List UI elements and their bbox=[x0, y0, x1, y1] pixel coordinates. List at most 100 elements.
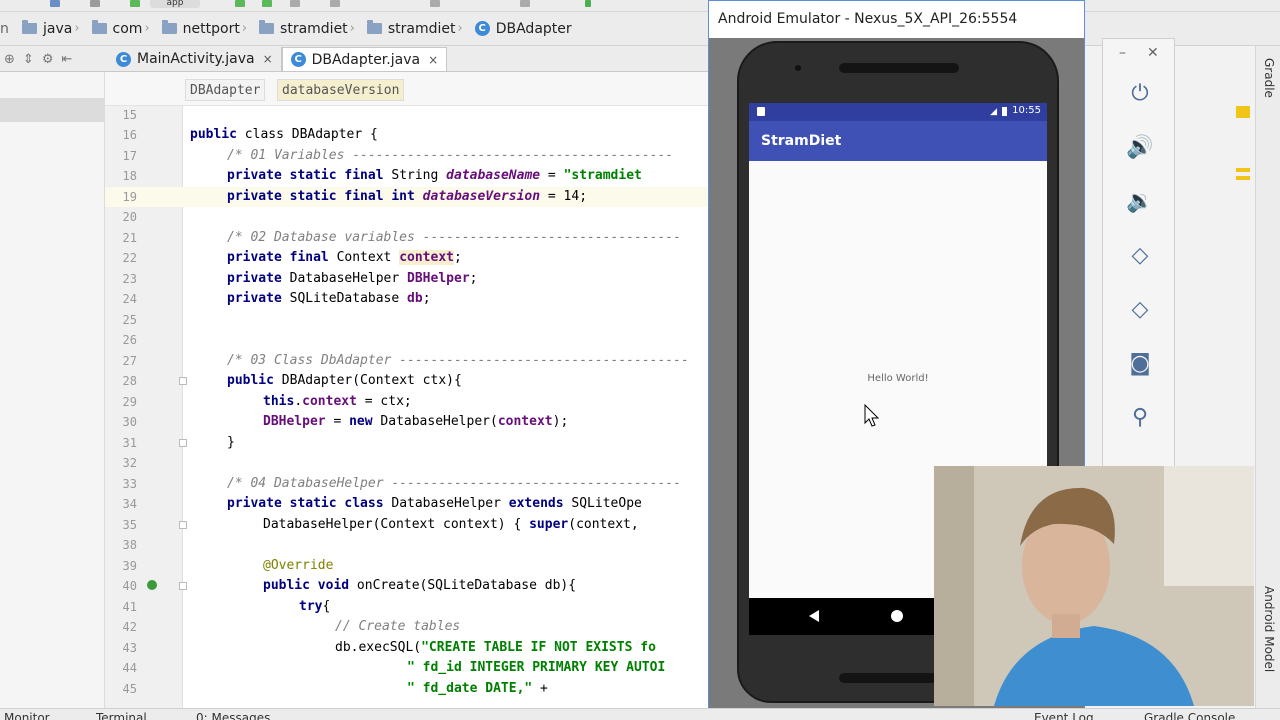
warning-marker[interactable] bbox=[1236, 176, 1250, 180]
code-editor[interactable]: DBAdapter databaseVersion 15 16 public cl… bbox=[105, 72, 708, 708]
project-panel[interactable] bbox=[0, 72, 105, 708]
breadcrumb-item-com[interactable]: com › bbox=[91, 20, 156, 37]
code-line[interactable]: 24 private SQLiteDatabase db; bbox=[105, 289, 708, 309]
volume-down-icon[interactable]: 🔉 bbox=[1125, 187, 1155, 217]
fold-icon[interactable] bbox=[179, 377, 187, 385]
camera-icon[interactable]: ◙ bbox=[1125, 349, 1155, 379]
code-line[interactable]: 28 public DBAdapter(Context ctx){ bbox=[105, 371, 708, 391]
close-icon[interactable]: ✕ bbox=[1147, 45, 1159, 61]
rotate-left-icon[interactable]: ◇ bbox=[1125, 241, 1155, 271]
class-icon: C bbox=[290, 52, 306, 67]
project-selected-row[interactable] bbox=[0, 98, 105, 122]
code-line[interactable]: 25 bbox=[105, 310, 708, 330]
override-marker-icon[interactable] bbox=[147, 580, 157, 590]
code-line[interactable]: 43 db.execSQL("CREATE TABLE IF NOT EXISTS… bbox=[105, 638, 708, 658]
debug-icon[interactable] bbox=[262, 0, 272, 7]
code-line[interactable]: 29 this.context = ctx; bbox=[105, 392, 708, 412]
close-icon[interactable]: × bbox=[263, 52, 273, 66]
sync-icon[interactable] bbox=[430, 0, 440, 7]
code-line[interactable]: 33 /* 04 DatabaseHelper -----------------… bbox=[105, 474, 708, 494]
code-line[interactable]: 41 try{ bbox=[105, 597, 708, 617]
code-line[interactable]: 15 bbox=[105, 105, 708, 125]
volume-up-icon[interactable]: 🔊 bbox=[1125, 133, 1155, 163]
event-log-tool-button[interactable]: Event Log bbox=[1034, 711, 1094, 720]
target-icon[interactable]: ⊕ bbox=[4, 52, 15, 67]
code-line[interactable]: 18 private static final String databaseNa… bbox=[105, 166, 708, 186]
close-icon[interactable]: × bbox=[428, 53, 438, 67]
home-button[interactable] bbox=[891, 610, 903, 622]
build-icon[interactable] bbox=[130, 0, 140, 7]
forward-icon[interactable] bbox=[90, 0, 100, 7]
minimize-icon[interactable]: – bbox=[1119, 45, 1126, 61]
webcam-overlay bbox=[934, 466, 1254, 706]
code-line[interactable]: 38 bbox=[105, 535, 708, 555]
code-line[interactable]: 22 private final Context context; bbox=[105, 248, 708, 268]
code-line[interactable]: 34 private static class DatabaseHelper ex… bbox=[105, 494, 708, 514]
structure-breadcrumb: DBAdapter databaseVersion bbox=[105, 72, 708, 106]
line-number: 20 bbox=[122, 210, 137, 224]
code-line-current[interactable]: 19 private static final int databaseVersi… bbox=[105, 187, 708, 207]
back-button[interactable] bbox=[809, 610, 819, 622]
messages-tool-button[interactable]: 0: Messages bbox=[196, 711, 270, 720]
terminal-tool-button[interactable]: Terminal bbox=[96, 711, 147, 720]
code-line[interactable]: 39 @Override bbox=[105, 556, 708, 576]
line-number: 28 bbox=[122, 374, 137, 388]
breadcrumb-item-stramdiet-2[interactable]: stramdiet › bbox=[366, 20, 469, 37]
gradle-tool-button[interactable]: Gradle bbox=[1262, 58, 1276, 98]
monitor-tool-button[interactable]: Monitor bbox=[4, 711, 50, 720]
fold-icon[interactable] bbox=[179, 521, 187, 529]
warning-marker[interactable] bbox=[1236, 106, 1250, 118]
rotate-right-icon[interactable]: ◇ bbox=[1125, 295, 1155, 325]
code-token: @Override bbox=[263, 558, 334, 573]
gear-icon[interactable]: ⚙ bbox=[42, 52, 54, 67]
code-token: ); bbox=[552, 414, 569, 429]
code-line[interactable]: 42 // Create tables bbox=[105, 617, 708, 637]
folder-icon bbox=[259, 20, 275, 34]
breadcrumb-field-pill[interactable]: databaseVersion bbox=[277, 79, 405, 101]
breadcrumb-item-nettport[interactable]: nettport › bbox=[161, 20, 253, 37]
code-line[interactable]: 26 bbox=[105, 330, 708, 350]
back-icon[interactable] bbox=[50, 0, 60, 7]
code-line[interactable]: 20 bbox=[105, 207, 708, 227]
collapse-icon[interactable]: ⇕ bbox=[23, 52, 34, 67]
attach-icon[interactable] bbox=[330, 0, 340, 7]
profile-icon[interactable] bbox=[290, 0, 300, 7]
code-line[interactable]: 40 public void onCreate(SQLiteDatabase db… bbox=[105, 576, 708, 596]
avd-icon[interactable] bbox=[585, 0, 591, 7]
tab-dbadapter[interactable]: C DBAdapter.java × bbox=[281, 47, 448, 71]
right-tool-strip: Gradle Android Model bbox=[1255, 46, 1280, 708]
gradle-console-tool-button[interactable]: Gradle Console bbox=[1144, 711, 1235, 720]
chevron-right-icon: › bbox=[241, 21, 248, 36]
fold-icon[interactable] bbox=[179, 582, 187, 590]
code-token: /* 04 DatabaseHelper -------------------… bbox=[227, 476, 681, 491]
line-number: 29 bbox=[122, 395, 137, 409]
code-line[interactable]: 16 public class DBAdapter { bbox=[105, 125, 708, 145]
code-line[interactable]: 23 private DatabaseHelper DBHelper; bbox=[105, 269, 708, 289]
power-icon[interactable]: ⏻ bbox=[1125, 79, 1155, 109]
breadcrumb-class-pill[interactable]: DBAdapter bbox=[185, 79, 266, 101]
breadcrumb-item-stramdiet[interactable]: stramdiet › bbox=[259, 20, 361, 37]
code-line[interactable]: 30 DBHelper = new DatabaseHelper(context)… bbox=[105, 412, 708, 432]
code-line[interactable]: 44 " fd_id INTEGER PRIMARY KEY AUTOI bbox=[105, 658, 708, 678]
breadcrumb-item-dbadapter[interactable]: C DBAdapter bbox=[474, 21, 572, 37]
code-line[interactable]: 35 DatabaseHelper(Context context) { supe… bbox=[105, 515, 708, 535]
run-config-select[interactable]: app bbox=[150, 0, 200, 8]
android-model-tool-button[interactable]: Android Model bbox=[1262, 586, 1276, 672]
code-line[interactable]: 27 /* 03 Class DbAdapter ----------------… bbox=[105, 351, 708, 371]
tab-mainactivity[interactable]: C MainActivity.java × bbox=[108, 47, 282, 71]
code-line[interactable]: 31} bbox=[105, 433, 708, 453]
fold-icon[interactable] bbox=[179, 439, 187, 447]
breadcrumb-item-java[interactable]: java › bbox=[22, 20, 86, 37]
warning-marker[interactable] bbox=[1236, 168, 1250, 172]
code-line[interactable]: 32 bbox=[105, 453, 708, 473]
zoom-icon[interactable]: ⚲ bbox=[1125, 403, 1155, 433]
status-time: 10:55 bbox=[1012, 105, 1041, 116]
code-token: ; bbox=[469, 271, 478, 286]
sdk-icon[interactable] bbox=[520, 0, 530, 7]
hide-icon[interactable]: ⇤ bbox=[61, 52, 72, 67]
code-line[interactable]: 21 /* 02 Database variables -------------… bbox=[105, 228, 708, 248]
run-icon[interactable] bbox=[235, 0, 245, 7]
code-line[interactable]: 17 /* 01 Variables ----------------------… bbox=[105, 146, 708, 166]
code-line[interactable]: 45 " fd_date DATE," + bbox=[105, 679, 708, 699]
line-number: 21 bbox=[122, 231, 137, 245]
